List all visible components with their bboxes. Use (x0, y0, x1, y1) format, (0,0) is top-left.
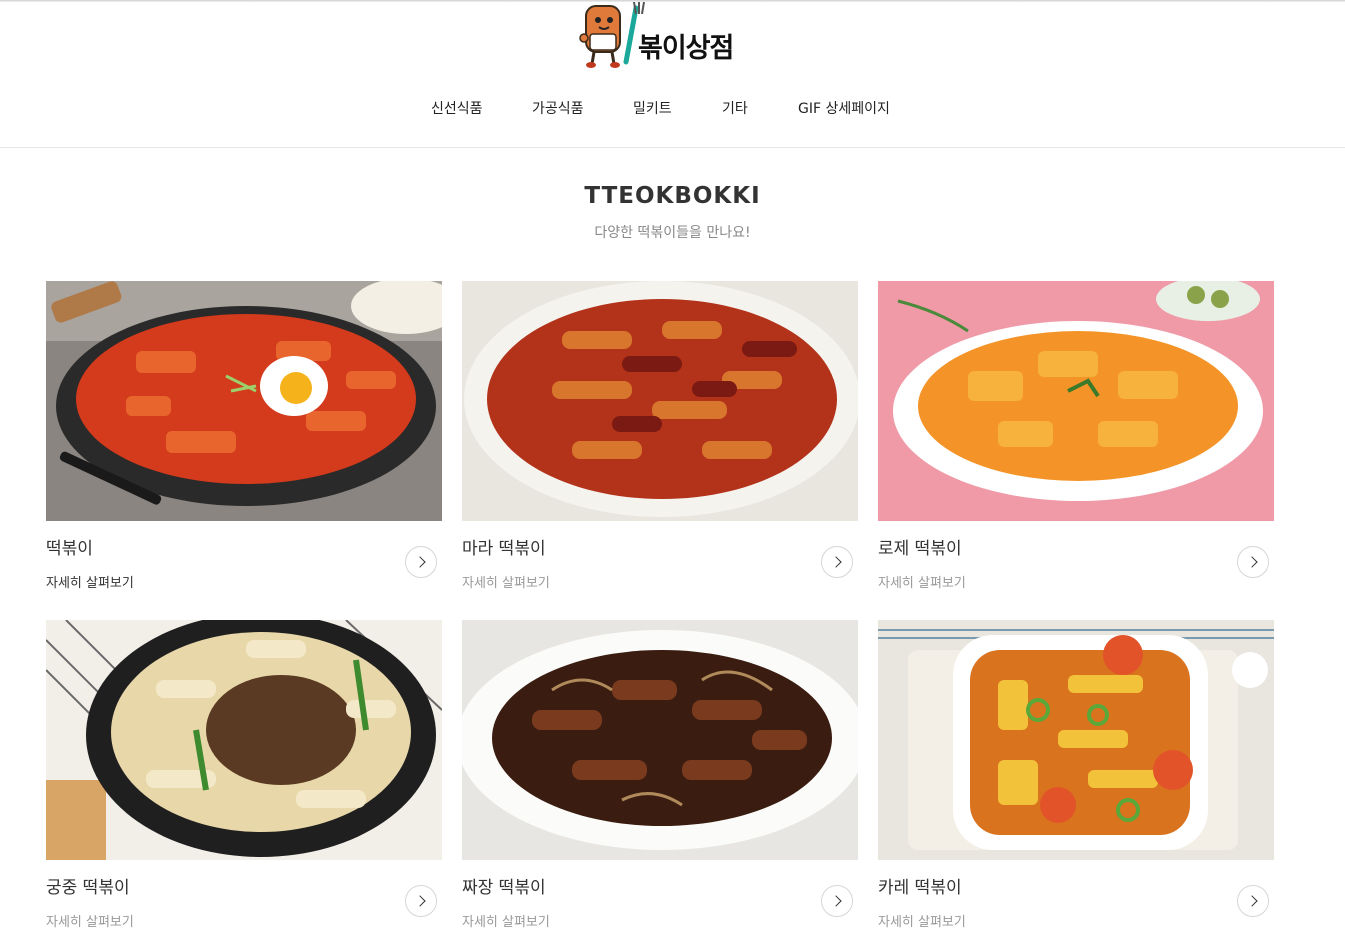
chevron-right-icon (830, 895, 842, 907)
product-detail-link[interactable]: 자세히 살펴보기 (462, 911, 550, 930)
section-subtitle: 다양한 떡볶이들을 만나요! (594, 225, 751, 241)
nav-item-fresh-food[interactable]: 신선식품 (431, 98, 483, 118)
product-name[interactable]: 떡볶이 (46, 534, 93, 559)
main-nav: 신선식품 가공식품 밀키트 기타 GIF 상세페이지 (0, 98, 1345, 120)
chevron-right-button[interactable] (821, 546, 853, 578)
product-name[interactable]: 짜장 떡볶이 (462, 873, 546, 898)
product-card[interactable]: 마라 떡볶이 자세히 살펴보기 (462, 281, 858, 601)
product-image[interactable] (46, 620, 442, 860)
nav-item-processed-food[interactable]: 가공식품 (532, 98, 584, 118)
product-name[interactable]: 카레 떡볶이 (878, 873, 962, 898)
chevron-right-icon (1246, 895, 1258, 907)
product-name[interactable]: 마라 떡볶이 (462, 534, 546, 559)
chevron-right-icon (414, 895, 426, 907)
product-image[interactable] (878, 281, 1274, 521)
chevron-right-icon (1246, 556, 1258, 568)
product-card[interactable]: 로제 떡볶이 자세히 살펴보기 (878, 281, 1274, 601)
site-header: 볶이상점 신선식품 가공식품 밀키트 기타 GIF 상세페이지 (0, 2, 1345, 148)
nav-item-gif-detail[interactable]: GIF 상세페이지 (798, 98, 890, 118)
product-name[interactable]: 로제 떡볶이 (878, 534, 962, 559)
product-detail-link[interactable]: 자세히 살펴보기 (878, 911, 966, 930)
chevron-right-button[interactable] (405, 546, 437, 578)
product-detail-link[interactable]: 자세히 살펴보기 (462, 572, 550, 591)
chevron-right-button[interactable] (821, 885, 853, 917)
product-image[interactable] (878, 620, 1274, 860)
nav-item-meal-kit[interactable]: 밀키트 (633, 98, 672, 118)
product-card[interactable]: 떡볶이 자세히 살펴보기 (46, 281, 442, 601)
section-title: TTEOKBOKKI (584, 183, 761, 209)
chevron-right-icon (830, 556, 842, 568)
product-card[interactable]: 짜장 떡볶이 자세히 살펴보기 (462, 620, 858, 940)
chevron-right-icon (414, 556, 426, 568)
product-name[interactable]: 궁중 떡볶이 (46, 873, 130, 898)
nav-item-etc[interactable]: 기타 (722, 98, 748, 118)
product-image[interactable] (46, 281, 442, 521)
product-detail-link[interactable]: 자세히 살펴보기 (878, 572, 966, 591)
chevron-right-button[interactable] (1237, 885, 1269, 917)
product-detail-link[interactable]: 자세히 살펴보기 (46, 911, 134, 930)
brand-name[interactable]: 볶이상점 (638, 26, 734, 65)
chevron-right-button[interactable] (1237, 546, 1269, 578)
product-card[interactable]: 카레 떡볶이 자세히 살펴보기 (878, 620, 1274, 940)
product-image[interactable] (462, 620, 858, 860)
product-card[interactable]: 궁중 떡볶이 자세히 살펴보기 (46, 620, 442, 940)
chevron-right-button[interactable] (405, 885, 437, 917)
product-image[interactable] (462, 281, 858, 521)
product-detail-link[interactable]: 자세히 살펴보기 (46, 572, 134, 591)
